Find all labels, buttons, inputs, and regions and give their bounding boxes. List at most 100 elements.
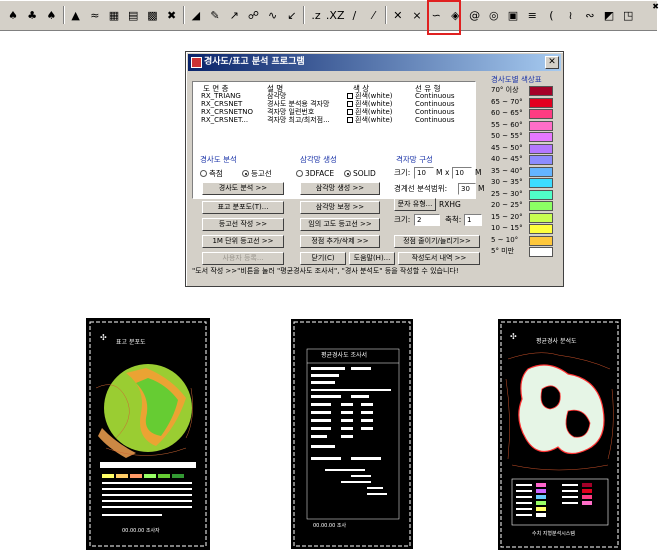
terrain-icon[interactable]: ▲ [67,5,85,25]
legend-swatch [529,201,553,211]
layer-color-text: 흰색(white) [355,108,393,116]
box-slash-icon[interactable]: ◩ [600,5,618,25]
toolbar-separator [182,6,185,24]
line-tool-icon[interactable]: ∕ [345,5,363,25]
layer-linetype: Continuous [415,116,455,124]
text-style-button[interactable]: 문자 유형... [394,198,436,211]
text-size-label: 크기: [394,215,411,224]
layer-name: RX_CRSNET... [201,116,249,124]
legend-swatch [529,132,553,142]
waves-icon[interactable]: ≀ [562,5,580,25]
toolbar-close-icon[interactable]: ✖ [652,2,659,11]
toolbar-separator [384,6,387,24]
legend-label: 70° 이상 [491,86,519,94]
elevation-map-sheet: 표고 분포도 ✣ 00.00.00 조사자 [86,318,210,550]
color-checkbox[interactable] [347,93,353,99]
grid-size-x-unit: M [436,168,443,177]
elevation-map-button[interactable]: 표고 분포도(T)... [202,201,284,214]
svg-text:✣: ✣ [100,333,107,342]
layer-name: RX_CRSNETNO [201,108,254,116]
grid-chart-icon[interactable]: ▩ [143,5,161,25]
arbitrary-contour-button[interactable]: 임의 고도 등고선 >> [300,218,380,231]
curve-icon[interactable]: ∿ [264,5,282,25]
legend-label: 60 ~ 65° [491,109,523,117]
boundary-range-unit: M [478,184,485,193]
legend-swatch [529,120,553,131]
tree-icon-3[interactable]: ♠ [42,5,60,25]
vertex-add-delete-button[interactable]: 정점 추가/삭제 >> [300,235,380,248]
arc-icon[interactable]: ( [542,5,560,25]
boundary-range-label: 경계선 분석범위: [394,184,448,193]
help-button[interactable]: 도움말(H)... [349,252,395,265]
square-target-icon[interactable]: ▣ [504,5,522,25]
scale-input[interactable]: 1 [464,214,482,226]
slash-tool-icon[interactable]: ⁄ [365,5,383,25]
pencil-icon[interactable]: ✎ [206,5,224,25]
layer-description: 격자망 일련번호 [267,108,315,116]
slope-analysis-button[interactable]: 경사도 분석 >> [202,182,284,195]
legend-swatch [529,212,553,223]
radio-contour-label: 등고선 [251,169,272,178]
radio-contour-circle [242,170,249,177]
triangulation-correct-button[interactable]: 삼각망 보정 >> [300,201,380,214]
legend-swatch [529,166,553,177]
arrow-line-icon[interactable]: ↙ [283,5,301,25]
vertex-zoom-button[interactable]: 정점 줄이기/늘리기>> [394,235,480,248]
elevation-legend-swatches [102,474,184,478]
legend-swatch [529,178,553,188]
close-button[interactable]: 닫기(C) [300,252,346,265]
legend-swatch [529,155,553,165]
grid-size-label: 크기: [394,168,411,177]
radio-3dface-circle [296,170,303,177]
chart-icon[interactable]: ◢ [187,5,205,25]
radio-3dface[interactable]: 3DFACE [296,170,334,178]
squiggle-icon[interactable]: ∾ [581,5,599,25]
spiral-icon[interactable]: @ [466,5,484,25]
dialog-close-button[interactable]: ✕ [545,56,559,69]
report-button[interactable]: 작성도서 내역 >> [398,252,480,265]
cross-tool-icon[interactable]: ✕ [389,5,407,25]
tree-icon-2[interactable]: ♣ [23,5,41,25]
legend-label: 10 ~ 15° [491,224,523,232]
cross-icon[interactable]: ✖ [163,5,181,25]
target-icon[interactable]: ◎ [485,5,503,25]
layer-name: RX_TRIANG [201,92,241,100]
contour-create-button[interactable]: 등고선 작성 >> [202,218,284,231]
edit-chart-icon[interactable]: ↗ [225,5,243,25]
triangulation-create-button[interactable]: 삼각망 생성 >> [300,182,380,195]
color-checkbox[interactable] [347,101,353,107]
grid-size-y-input[interactable]: 10 [452,167,472,179]
radio-survey[interactable]: 측점 [200,170,223,178]
legend-label: 55 ~ 60° [491,120,523,129]
tree-icon-1[interactable]: ♠ [4,5,22,25]
grid-size-x-input[interactable]: 10 [414,167,434,179]
grid-icon[interactable]: ▦ [105,5,123,25]
text-size-input[interactable]: 2 [414,214,440,226]
z-text-icon[interactable]: .z [307,5,325,25]
radio-solid-label: SOLID [353,169,376,178]
branch-icon[interactable]: ⨯ [408,5,426,25]
box-2-icon[interactable]: ◳ [619,5,637,25]
wave-icon[interactable]: ≈ [86,5,104,25]
table-icon[interactable]: ▤ [124,5,142,25]
radio-contour[interactable]: 등고선 [242,170,272,178]
user-register-button[interactable]: 사용자 등록... [202,252,284,265]
dialog-title: 경사도/표고 분석 프로그램 [204,57,305,67]
boundary-range-input[interactable]: 30 [458,183,476,195]
node-line-icon[interactable]: ☍ [244,5,262,25]
contour-1m-button[interactable]: 1M 단위 등고선 >> [202,235,284,248]
xz-text-icon[interactable]: .XZ [326,5,345,25]
legend-swatch [529,224,553,234]
layer-color: 흰색(white) [347,101,393,108]
radio-survey-circle [200,170,207,177]
contour-icon[interactable]: ≡ [523,5,541,25]
radio-solid[interactable]: SOLID [344,170,376,178]
color-checkbox[interactable] [347,117,353,123]
legend-label: 40 ~ 45° [491,155,523,163]
color-checkbox[interactable] [347,109,353,115]
survey-report-footer: 00.00.00 조사 [313,522,346,529]
legend-label: 35 ~ 40° [491,166,523,175]
grid-size-times: x [445,168,450,177]
legend-label: 15 ~ 20° [491,212,523,221]
legend-label: 5 ~ 10° [491,235,519,244]
